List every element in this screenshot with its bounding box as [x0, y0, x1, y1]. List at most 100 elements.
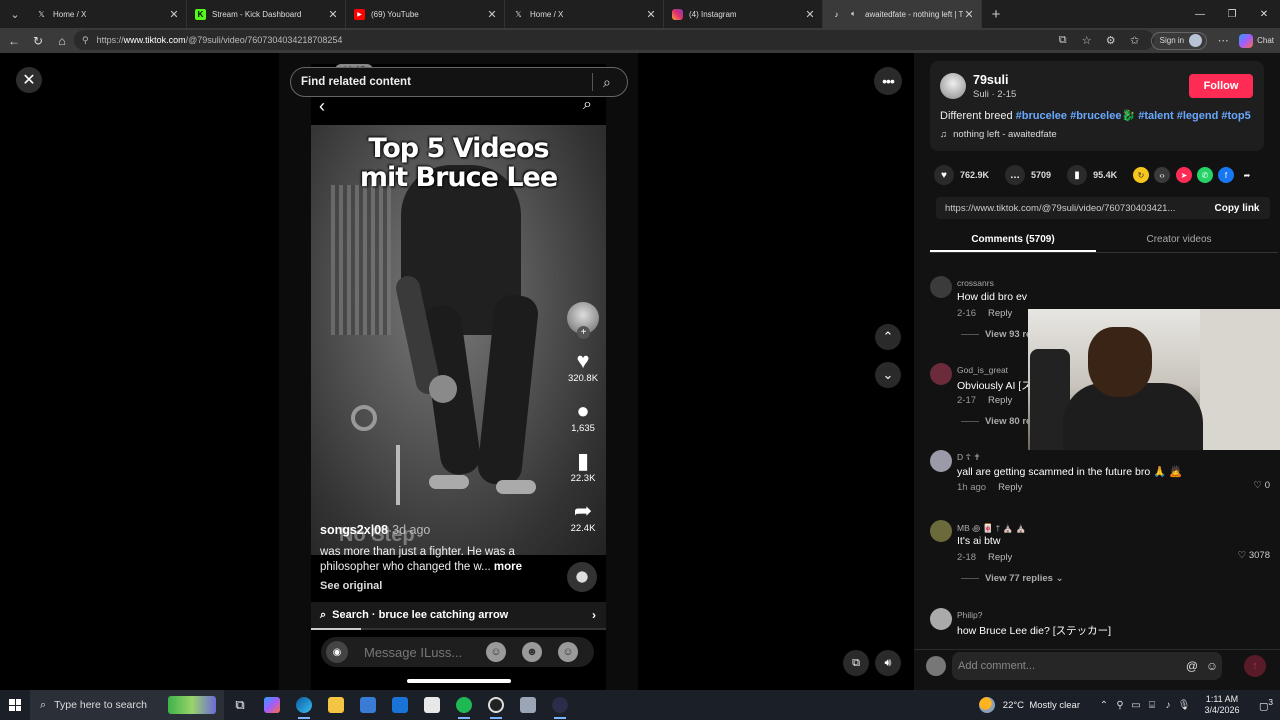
clock[interactable]: 1:11 AM 3/4/2026 — [1192, 694, 1252, 716]
spotify-icon[interactable] — [448, 690, 480, 720]
close-tab-icon[interactable]: ✕ — [168, 8, 180, 21]
share-more-icon[interactable]: ➦ — [1239, 167, 1255, 183]
repost-icon[interactable]: ↻ — [1133, 167, 1149, 183]
emoji-icon[interactable]: ☺ — [1202, 659, 1222, 673]
comment-like[interactable]: ♡ 3078 — [1238, 550, 1270, 561]
mention-icon[interactable]: @ — [1182, 659, 1202, 673]
more-options-icon[interactable]: ⋯ — [1211, 34, 1235, 47]
whatsapp-icon[interactable]: ✆ — [1197, 167, 1213, 183]
back-arrow-icon[interactable]: ← — [2, 30, 26, 52]
commenter-name[interactable]: Philip? — [957, 610, 983, 620]
comment-like[interactable]: ♡ 0 — [1254, 480, 1270, 491]
browser-tab[interactable]: ▶ (69) YouTube ✕ — [346, 0, 505, 28]
close-tab-icon[interactable]: ✕ — [963, 8, 975, 21]
file-explorer-icon[interactable] — [320, 690, 352, 720]
microphone-icon[interactable]: 🎙︎ — [1176, 700, 1192, 711]
weather-widget[interactable]: 22°C Mostly clear — [978, 697, 1080, 713]
search-icon[interactable]: ⌕ — [603, 74, 627, 91]
volume-icon[interactable]: ♪ — [1160, 700, 1176, 711]
send-icon[interactable]: ➤ — [1176, 167, 1192, 183]
volume-button[interactable]: 🔊︎ — [875, 650, 901, 676]
obs-icon[interactable] — [480, 690, 512, 720]
meet-now-icon[interactable]: ⚲ — [1112, 700, 1128, 711]
picture-in-picture-button[interactable]: ⧉ — [843, 650, 869, 676]
comment-input[interactable]: Add comment... @ ☺ — [952, 652, 1222, 680]
reply-button[interactable]: Reply — [988, 552, 1012, 563]
browser-tab[interactable]: 𝕏 Home / X ✕ — [505, 0, 664, 28]
home-icon[interactable]: ⌂ — [50, 30, 74, 52]
restore-icon[interactable]: ❐ — [1216, 0, 1248, 28]
hashtag-link[interactable]: #top5 — [1221, 110, 1250, 122]
hashtag-link[interactable]: #talent — [1138, 110, 1173, 122]
store-icon[interactable] — [352, 690, 384, 720]
notifications-button[interactable]: ▢3 — [1252, 697, 1280, 712]
next-video-button[interactable]: ⌄ — [875, 362, 901, 388]
extensions-icon[interactable]: ⚙ — [1099, 34, 1123, 47]
follow-button[interactable]: Follow — [1189, 74, 1253, 98]
reply-button[interactable]: Reply — [988, 395, 1012, 406]
close-tab-icon[interactable]: ✕ — [327, 8, 339, 21]
browser-tab-active[interactable]: ♪ 🔈︎ awaitedfate - nothing left | Tik ✕ — [823, 0, 982, 28]
site-info-icon[interactable]: ⚲ — [82, 35, 89, 46]
view-replies-button[interactable]: View 77 replies ⌄ — [961, 573, 1064, 584]
favorites-icon[interactable]: ✩ — [1123, 34, 1147, 47]
commenter-avatar[interactable] — [930, 363, 952, 385]
app-available-icon[interactable]: ⧉ — [1051, 34, 1075, 47]
save-stat[interactable]: ▮ 95.4K — [1067, 165, 1117, 185]
find-related-search[interactable]: Find related content ⌕ — [290, 67, 628, 97]
display-icon[interactable]: ▭ — [1128, 700, 1144, 711]
new-tab-button[interactable]: + — [982, 6, 1010, 23]
hashtag-link[interactable]: #brucelee — [1070, 110, 1121, 122]
audio-playing-icon[interactable]: 🔈︎ — [848, 9, 859, 20]
like-stat[interactable]: ♥ 762.9K — [934, 165, 989, 185]
tab-creator-videos[interactable]: Creator videos — [1096, 227, 1262, 252]
more-options-button[interactable]: ••• — [874, 67, 902, 95]
network-icon[interactable]: ⌸ — [1144, 700, 1160, 711]
reply-button[interactable]: Reply — [988, 308, 1012, 319]
browser-tab[interactable]: (4) Instagram ✕ — [664, 0, 823, 28]
previous-video-button[interactable]: ⌃ — [875, 324, 901, 350]
close-tab-icon[interactable]: ✕ — [804, 8, 816, 21]
commenter-avatar[interactable] — [930, 608, 952, 630]
comment-stat[interactable]: … 5709 — [1005, 165, 1051, 185]
commenter-name[interactable]: crossanrs — [957, 278, 994, 288]
favorite-star-icon[interactable]: ☆ — [1075, 34, 1099, 47]
embed-icon[interactable]: ‹› — [1154, 167, 1170, 183]
tab-actions-menu-button[interactable]: ⌄ — [2, 3, 28, 25]
copilot-chat-button[interactable]: Chat — [1239, 33, 1274, 48]
sound-link[interactable]: ♫ nothing left - awaitedfate — [940, 129, 1057, 140]
url-field[interactable]: ⚲ https://www.tiktok.com/@79suli/video/7… — [74, 30, 1154, 50]
commenter-name[interactable]: God_is_great — [957, 365, 1008, 375]
video-player[interactable]: 10:35 ▮▮▮ ◠ ▭ ‹ ⌕ Top 5 Videos mit Bruce… — [311, 64, 606, 690]
taskbar-search[interactable]: ⌕ Type here to search — [30, 690, 224, 720]
close-video-button[interactable]: ✕ — [16, 67, 42, 93]
post-comment-button[interactable]: ↑ — [1244, 655, 1266, 677]
creator-username[interactable]: 79suli — [973, 73, 1008, 87]
start-button[interactable] — [0, 690, 30, 720]
commenter-avatar[interactable] — [930, 450, 952, 472]
chevron-up-icon[interactable]: ⌃ — [1096, 700, 1112, 711]
task-view-icon[interactable]: ⧉ — [224, 690, 256, 720]
close-tab-icon[interactable]: ✕ — [645, 8, 657, 21]
close-window-icon[interactable]: ✕ — [1248, 0, 1280, 28]
browser-tab[interactable]: K Stream - Kick Dashboard ✕ — [187, 0, 346, 28]
hashtag-link[interactable]: #legend — [1177, 110, 1219, 122]
commenter-name[interactable]: D ☦ ✝ — [957, 452, 981, 463]
browser-tab[interactable]: 𝕏 Home / X ✕ — [28, 0, 187, 28]
copilot-icon[interactable] — [256, 690, 288, 720]
app-icon[interactable] — [512, 690, 544, 720]
commenter-avatar[interactable] — [930, 520, 952, 542]
mail-icon[interactable] — [384, 690, 416, 720]
commenter-name[interactable]: MB ꩜ 🀄 † ⛪ ⛪ — [957, 522, 1026, 534]
reply-button[interactable]: Reply — [998, 482, 1022, 493]
facebook-icon[interactable]: f — [1218, 167, 1234, 183]
copy-link-button[interactable]: Copy link — [1204, 203, 1270, 214]
close-tab-icon[interactable]: ✕ — [486, 8, 498, 21]
commenter-avatar[interactable] — [930, 276, 952, 298]
minimize-icon[interactable]: — — [1184, 0, 1216, 28]
edge-icon[interactable] — [288, 690, 320, 720]
refresh-icon[interactable]: ↻ — [26, 30, 50, 52]
sign-in-button[interactable]: Sign in — [1150, 31, 1208, 50]
view-replies-button[interactable]: View 93 re — [961, 329, 1031, 340]
notepad-icon[interactable] — [416, 690, 448, 720]
